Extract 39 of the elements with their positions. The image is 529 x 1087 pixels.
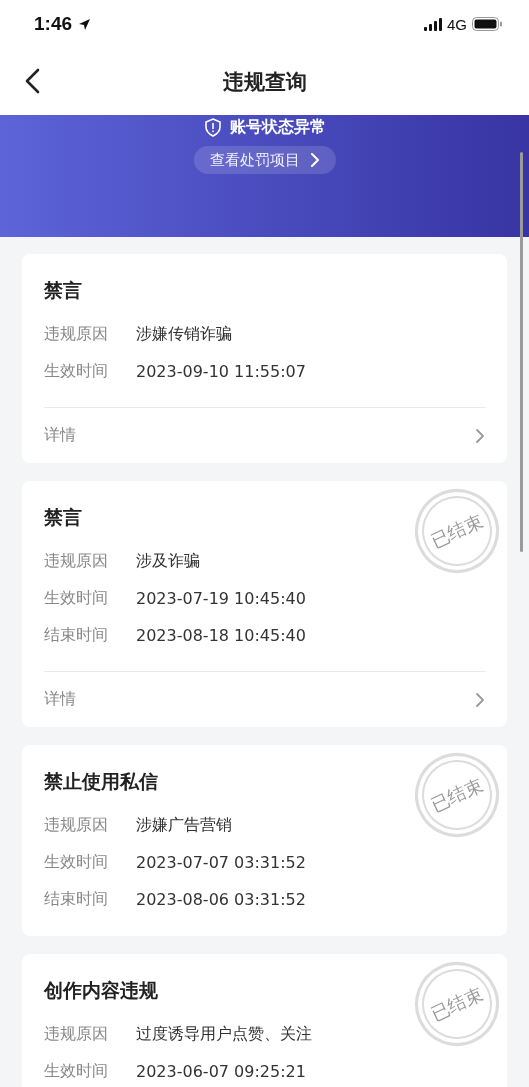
battery-icon — [472, 17, 503, 31]
details-link[interactable]: 详情 — [44, 407, 485, 463]
field-label: 生效时间 — [44, 361, 109, 382]
shield-icon — [203, 118, 222, 137]
field-label: 生效时间 — [44, 852, 109, 873]
field-value: 2023-07-19 10:45:40 — [136, 589, 306, 608]
field-label: 违规原因 — [44, 324, 109, 345]
back-icon[interactable] — [24, 68, 40, 94]
field-value: 2023-09-10 11:55:07 — [136, 362, 306, 381]
record-title: 创作内容违规 — [44, 978, 158, 1003]
field-label: 结束时间 — [44, 889, 109, 910]
record-title: 禁言 — [44, 505, 82, 530]
record-title: 禁言 — [44, 278, 82, 303]
chevron-right-icon — [475, 692, 485, 707]
account-status: 账号状态异常 — [229, 117, 326, 138]
field-label: 违规原因 — [44, 815, 109, 836]
page-title: 违规查询 — [222, 68, 307, 96]
view-penalties-button[interactable]: 查看处罚项目 — [193, 146, 336, 174]
field-value: 2023-06-07 09:25:21 — [136, 1062, 306, 1081]
field-value: 2023-08-18 10:45:40 — [136, 626, 306, 645]
field-value: 涉嫌传销诈骗 — [136, 324, 232, 345]
chevron-right-icon — [475, 428, 485, 443]
field-label: 生效时间 — [44, 588, 109, 609]
field-value: 涉及诈骗 — [136, 551, 200, 572]
details-link[interactable]: 详情 — [44, 671, 485, 727]
field-label: 结束时间 — [44, 625, 109, 646]
field-value: 涉嫌广告营销 — [136, 815, 232, 836]
field-value: 2023-08-06 03:31:52 — [136, 890, 306, 909]
field-value: 过度诱导用户点赞、关注 — [136, 1024, 312, 1045]
field-label: 违规原因 — [44, 1024, 109, 1045]
location-arrow-icon — [77, 17, 92, 31]
chevron-right-icon — [309, 153, 320, 167]
field-value: 2023-07-07 03:31:52 — [136, 853, 306, 872]
field-label: 违规原因 — [44, 551, 109, 572]
network-label: 4G — [447, 15, 467, 33]
signal-icon — [424, 17, 442, 31]
status-time: 1:46 — [34, 13, 73, 35]
record-title: 禁止使用私信 — [44, 769, 158, 794]
field-label: 生效时间 — [44, 1061, 109, 1082]
